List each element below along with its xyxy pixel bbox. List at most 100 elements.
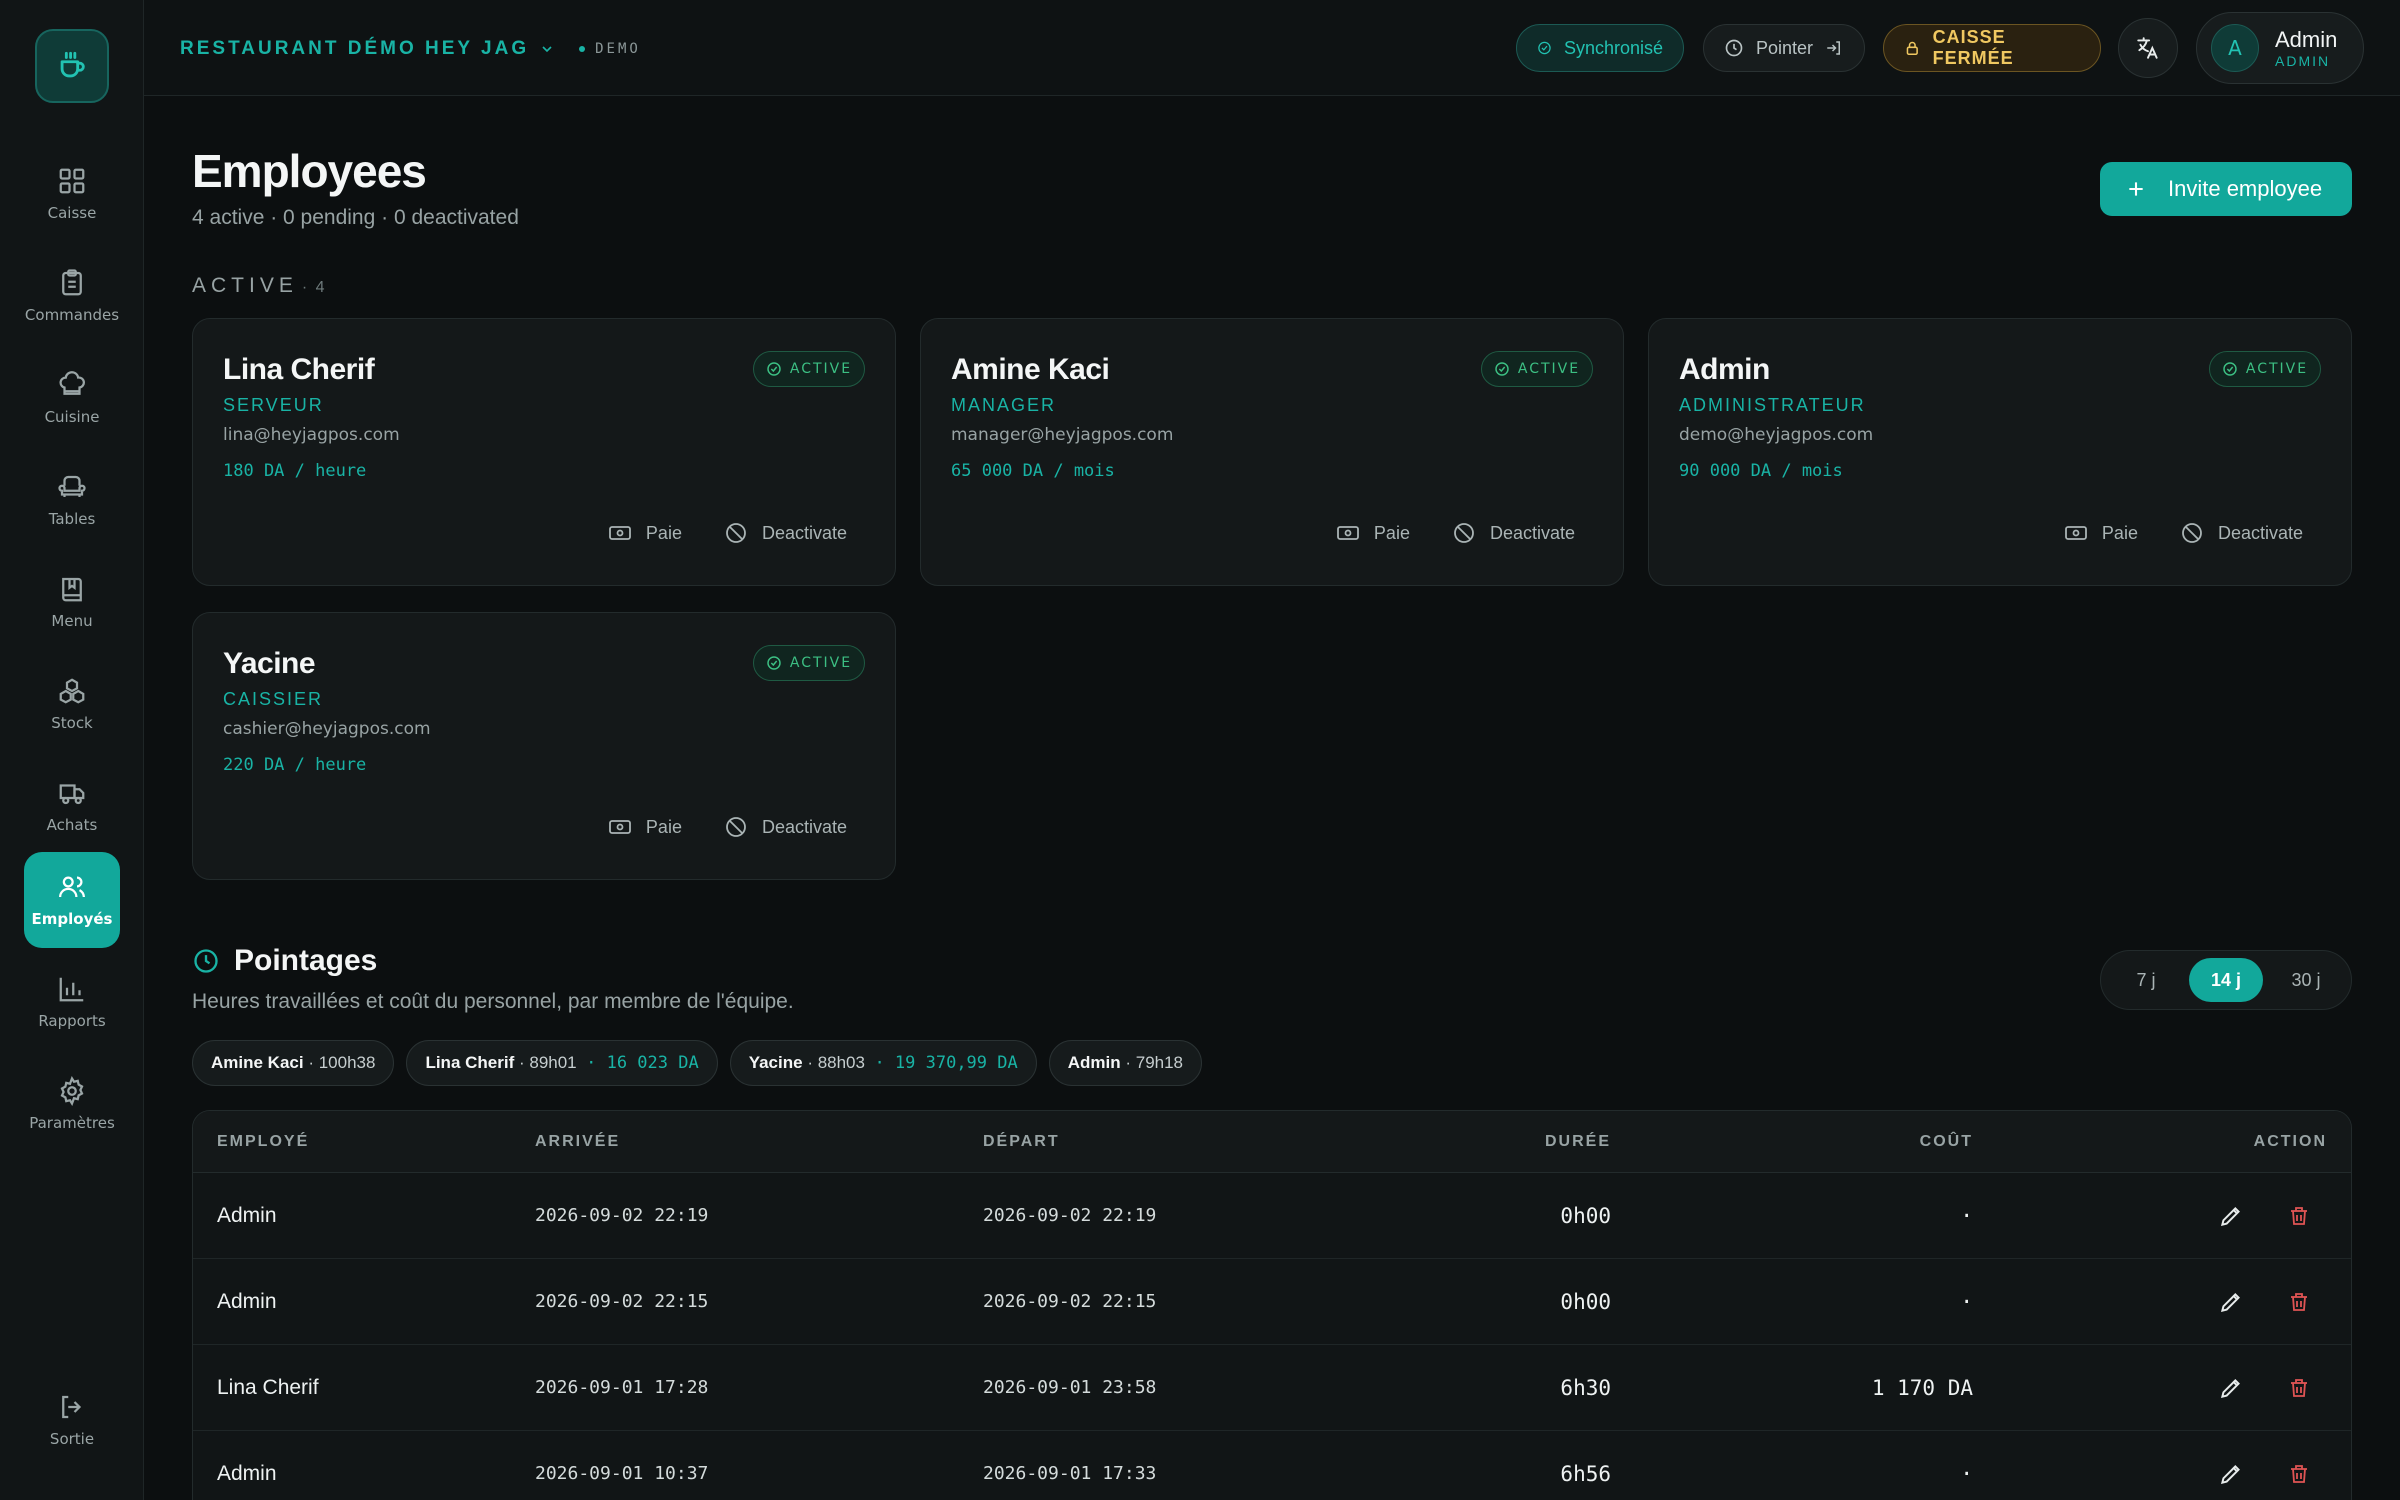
employee-name: Amine Kaci: [951, 353, 1110, 386]
table-row: Lina Cherif 2026-09-01 17:28 2026-09-01 …: [193, 1345, 2351, 1431]
deactivate-button[interactable]: Deactivate: [724, 521, 847, 545]
deactivate-label: Deactivate: [2217, 522, 2303, 543]
edit-button[interactable]: [2217, 1202, 2245, 1230]
pointages-title-text: Pointages: [234, 944, 378, 977]
col-employee[interactable]: EMPLOYÉ: [217, 1111, 309, 1173]
login-icon: [1827, 41, 1841, 55]
sidebar-item-commandes[interactable]: Commandes: [24, 248, 120, 344]
chevron-down-icon: [542, 46, 552, 53]
ban-icon: [2182, 523, 2202, 543]
caisse-status-button[interactable]: CAISSE FERMÉE: [1883, 24, 2101, 72]
col-departure[interactable]: DÉPART: [983, 1111, 1060, 1173]
sidebar-item-caisse[interactable]: Caisse: [24, 146, 120, 242]
col-action: ACTION: [2253, 1133, 2327, 1150]
clock-icon: [194, 949, 218, 973]
sync-label: Synchronisé: [1563, 37, 1663, 58]
delete-button[interactable]: [2285, 1374, 2313, 1402]
cell-cost: ·: [1960, 1290, 1973, 1314]
cell-duration: 6h30: [1560, 1376, 1611, 1400]
employee-card: Yacine CAISSIER cashier@heyjagpos.com 22…: [192, 612, 896, 880]
deactivate-button[interactable]: Deactivate: [1452, 521, 1575, 545]
sidebar-item-stock[interactable]: Stock: [24, 656, 120, 752]
col-cost[interactable]: COÛT: [1920, 1111, 1973, 1173]
cell-duration: 0h00: [1560, 1204, 1611, 1228]
cell-duration: 6h56: [1560, 1462, 1611, 1486]
book-icon: [62, 577, 82, 602]
sidebar-item-achats[interactable]: Achats: [24, 758, 120, 854]
restaurant-name: RESTAURANT DÉMO HEY JAG: [180, 38, 530, 59]
logout-label: Sortie: [49, 1430, 95, 1448]
sidebar-item-cuisine[interactable]: Cuisine: [24, 350, 120, 446]
card-actions: Paie Deactivate: [608, 815, 847, 839]
employee-role: ADMINISTRATEUR: [1679, 395, 1866, 415]
pointages-subtitle: Heures travaillées et coût du personnel,…: [192, 990, 794, 1013]
row-actions: [2217, 1288, 2313, 1316]
cell-cost: ·: [1960, 1204, 1973, 1228]
range-14d[interactable]: 14 j: [2189, 958, 2263, 1002]
pay-label: Paie: [2101, 522, 2138, 543]
delete-button[interactable]: [2285, 1202, 2313, 1230]
range-selector: 7 j 14 j 30 j: [2100, 950, 2352, 1010]
status-label: ACTIVE: [789, 655, 853, 671]
employee-card: Lina Cherif SERVEUR lina@heyjagpos.com 1…: [192, 318, 896, 586]
edit-button[interactable]: [2217, 1288, 2245, 1316]
invite-employee-button[interactable]: Invite employee: [2100, 162, 2352, 216]
invite-label: Invite employee: [2168, 176, 2323, 201]
language-button[interactable]: [2118, 18, 2178, 78]
cell-arrival: 2026-09-02 22:19: [535, 1205, 709, 1226]
sidebar-item-label: Employés: [31, 910, 113, 928]
deactivate-button[interactable]: Deactivate: [2180, 521, 2303, 545]
sidebar-item-label: Achats: [46, 816, 98, 834]
employee-rate: 90 000 DA / mois: [1679, 461, 1843, 481]
table-row: Admin 2026-09-02 22:19 2026-09-02 22:19 …: [193, 1173, 2351, 1259]
page-title: Employees: [192, 145, 427, 197]
delete-button[interactable]: [2285, 1288, 2313, 1316]
bar-chart-icon: [59, 977, 84, 1002]
employee-rate: 65 000 DA / mois: [951, 461, 1115, 481]
trash-icon: [2291, 1207, 2307, 1225]
summary-chip: Amine Kaci · 100h38: [192, 1040, 395, 1086]
chip-hours: · 88h03: [807, 1053, 865, 1072]
user-info: Admin ADMIN: [2275, 27, 2337, 69]
ban-icon: [1454, 523, 1474, 543]
range-7d[interactable]: 7 j: [2109, 958, 2183, 1002]
caisse-label: CAISSE FERMÉE: [1932, 27, 2014, 68]
pay-button[interactable]: Paie: [608, 521, 682, 545]
status-label: ACTIVE: [2245, 361, 2309, 377]
employee-role: CAISSIER: [223, 689, 324, 709]
pay-button[interactable]: Paie: [608, 815, 682, 839]
coffee-cup-icon: [60, 51, 85, 78]
logout-button[interactable]: Sortie: [24, 1372, 120, 1468]
user-menu[interactable]: A Admin ADMIN: [2196, 12, 2364, 84]
pay-button[interactable]: Paie: [2064, 521, 2138, 545]
pointer-button[interactable]: Pointer: [1703, 24, 1865, 72]
range-30d[interactable]: 30 j: [2269, 958, 2343, 1002]
sync-status[interactable]: Synchronisé: [1516, 24, 1684, 72]
delete-button[interactable]: [2285, 1460, 2313, 1488]
pay-button[interactable]: Paie: [1336, 521, 1410, 545]
sidebar-item-parametres[interactable]: Paramètres: [24, 1056, 120, 1152]
cell-duration: 0h00: [1560, 1290, 1611, 1314]
app-logo[interactable]: [35, 29, 109, 103]
deactivate-button[interactable]: Deactivate: [724, 815, 847, 839]
sidebar-item-label: Commandes: [24, 306, 120, 324]
deactivate-label: Deactivate: [761, 816, 847, 837]
restaurant-selector[interactable]: RESTAURANT DÉMO HEY JAG DEMO: [180, 38, 641, 60]
sidebar-item-employes[interactable]: Employés: [24, 852, 120, 948]
pointer-label: Pointer: [1756, 37, 1814, 58]
chip-name: Lina Cherif: [425, 1053, 515, 1072]
edit-button[interactable]: [2217, 1460, 2245, 1488]
summary-chip: Admin · 79h18: [1048, 1040, 1203, 1086]
sidebar-item-rapports[interactable]: Rapports: [24, 954, 120, 1050]
edit-button[interactable]: [2217, 1374, 2245, 1402]
sidebar: Caisse Commandes Cuisine Tables Menu Sto…: [0, 0, 144, 1500]
cell-departure: 2026-09-01 23:58: [983, 1377, 1157, 1398]
col-arrival[interactable]: ARRIVÉE: [535, 1111, 620, 1173]
sidebar-item-tables[interactable]: Tables: [24, 452, 120, 548]
table-row: Admin 2026-09-01 10:37 2026-09-01 17:33 …: [193, 1431, 2351, 1500]
sidebar-item-label: Tables: [48, 510, 96, 528]
employee-name: Yacine: [223, 647, 316, 680]
col-duration[interactable]: DURÉE: [1545, 1111, 1611, 1173]
plus-icon: [2129, 182, 2143, 196]
sidebar-item-menu[interactable]: Menu: [24, 554, 120, 650]
